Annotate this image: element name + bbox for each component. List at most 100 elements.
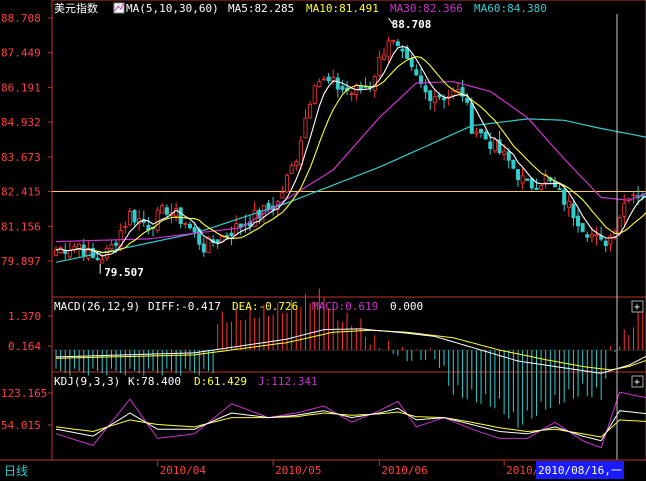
candle-up xyxy=(432,96,437,103)
candle-down xyxy=(428,90,433,101)
candle-up xyxy=(622,202,627,217)
kdj-j-legend: J:112.341 xyxy=(258,375,318,388)
y-tick-label: 84.932 xyxy=(1,116,41,129)
y-tick-label: 88.708 xyxy=(1,12,41,25)
candle-down xyxy=(469,102,474,134)
candle-down xyxy=(534,187,539,190)
high-label: 88.708 xyxy=(392,18,432,31)
candle-down xyxy=(409,58,414,67)
candle-up xyxy=(298,140,303,165)
kdj-expand-button[interactable]: + xyxy=(631,375,644,388)
ma30-legend: MA30:82.366 xyxy=(390,2,463,15)
ma60-legend: MA60:84.380 xyxy=(474,2,547,15)
kdj-legend: KDJ(9,3,3) K:78.400 D:61.429 J:112.341 xyxy=(54,375,318,388)
candle-up xyxy=(377,56,382,76)
period-label: 日线 xyxy=(4,464,28,478)
candle-down xyxy=(215,239,220,244)
candle-down xyxy=(580,223,585,232)
ma-params: MA(5,10,30,60) xyxy=(126,2,219,15)
candle-up xyxy=(284,175,289,193)
candle-down xyxy=(479,128,484,134)
candle-up xyxy=(520,175,525,184)
candle-down xyxy=(229,232,234,237)
kdj-d-legend: D:61.429 xyxy=(194,375,247,388)
candle-up xyxy=(312,85,317,104)
low-label: 79.507 xyxy=(104,266,144,279)
candle-down xyxy=(400,48,405,52)
candle-up xyxy=(631,194,636,197)
candle-up xyxy=(280,192,285,199)
candle-up xyxy=(539,185,544,190)
main-title: 美元指数 xyxy=(54,1,98,15)
kdj-j-line xyxy=(55,391,646,449)
ma5-legend: MA5:82.285 xyxy=(228,2,294,15)
candle-down xyxy=(585,234,590,238)
candle-down xyxy=(465,98,470,103)
candle-up xyxy=(308,104,313,119)
candle-up xyxy=(234,223,239,236)
candle-up xyxy=(594,234,599,237)
candle-up xyxy=(349,93,354,96)
kdj-tick-label: 123.165 xyxy=(1,387,47,400)
candle-up xyxy=(391,39,396,42)
candle-down xyxy=(525,178,530,181)
candle-up xyxy=(451,90,456,97)
candle-up xyxy=(127,211,132,226)
candle-down xyxy=(201,243,206,253)
candle-up xyxy=(303,117,308,139)
svg-text:+: + xyxy=(634,302,640,313)
candle-down xyxy=(603,240,608,247)
candle-down xyxy=(506,151,511,161)
candle-up xyxy=(502,150,507,155)
stock-chart[interactable]: 88.708 87.449 86.191 84.932 83.673 82.415 81.1… xyxy=(0,0,646,481)
macd-expand-button[interactable]: + xyxy=(631,300,644,313)
low-annotation: 79.507 xyxy=(99,263,144,279)
candle-up xyxy=(474,131,479,135)
ma10-line xyxy=(55,56,646,253)
candle-up xyxy=(589,233,594,238)
candle-up xyxy=(294,161,299,167)
candle-up xyxy=(317,81,322,87)
candle-down xyxy=(516,169,521,181)
period-tab[interactable]: 日线 xyxy=(0,461,52,481)
candle-up xyxy=(566,201,571,208)
candle-down xyxy=(224,234,229,237)
candle-down xyxy=(483,131,488,140)
candle-up xyxy=(155,209,160,232)
svg-text:+: + xyxy=(634,377,640,388)
macd-tick-label: 0.164 xyxy=(8,340,41,353)
y-tick-label: 83.673 xyxy=(1,151,41,164)
candle-down xyxy=(562,189,567,205)
ma30-line xyxy=(55,81,646,243)
candle-down xyxy=(335,77,340,90)
ma10-legend: MA10:81.491 xyxy=(306,2,379,15)
candle-up xyxy=(321,78,326,81)
ma60-line xyxy=(55,118,646,263)
candle-down xyxy=(488,141,493,149)
kdj-k-legend: K:78.400 xyxy=(128,375,181,388)
macd-zero-legend: 0.000 xyxy=(390,300,423,313)
candle-down xyxy=(576,215,581,227)
cursor-date-box: 2010/08/16,一 xyxy=(536,461,624,479)
candle-down xyxy=(405,47,410,60)
candle-up xyxy=(492,139,497,152)
candle-down xyxy=(187,223,192,229)
y-tick-label: 79.897 xyxy=(1,255,41,268)
candle-down xyxy=(423,85,428,93)
kdj-d-line xyxy=(55,411,646,438)
candle-up xyxy=(104,247,109,259)
candle-up xyxy=(289,165,294,174)
candle-down xyxy=(95,257,100,261)
candle-down xyxy=(114,242,119,246)
candle-down xyxy=(571,203,576,219)
candle-down xyxy=(178,207,183,224)
candle-up xyxy=(123,225,128,229)
candle-down xyxy=(164,207,169,215)
candle-down xyxy=(414,69,419,76)
x-tick-label: 2010/06 xyxy=(381,464,427,477)
candle-down xyxy=(132,210,137,223)
macd-tick-label: 1.370 xyxy=(8,310,41,323)
candle-up xyxy=(160,205,165,214)
kdj-params: KDJ(9,3,3) xyxy=(54,375,120,388)
candle-down xyxy=(340,86,345,90)
